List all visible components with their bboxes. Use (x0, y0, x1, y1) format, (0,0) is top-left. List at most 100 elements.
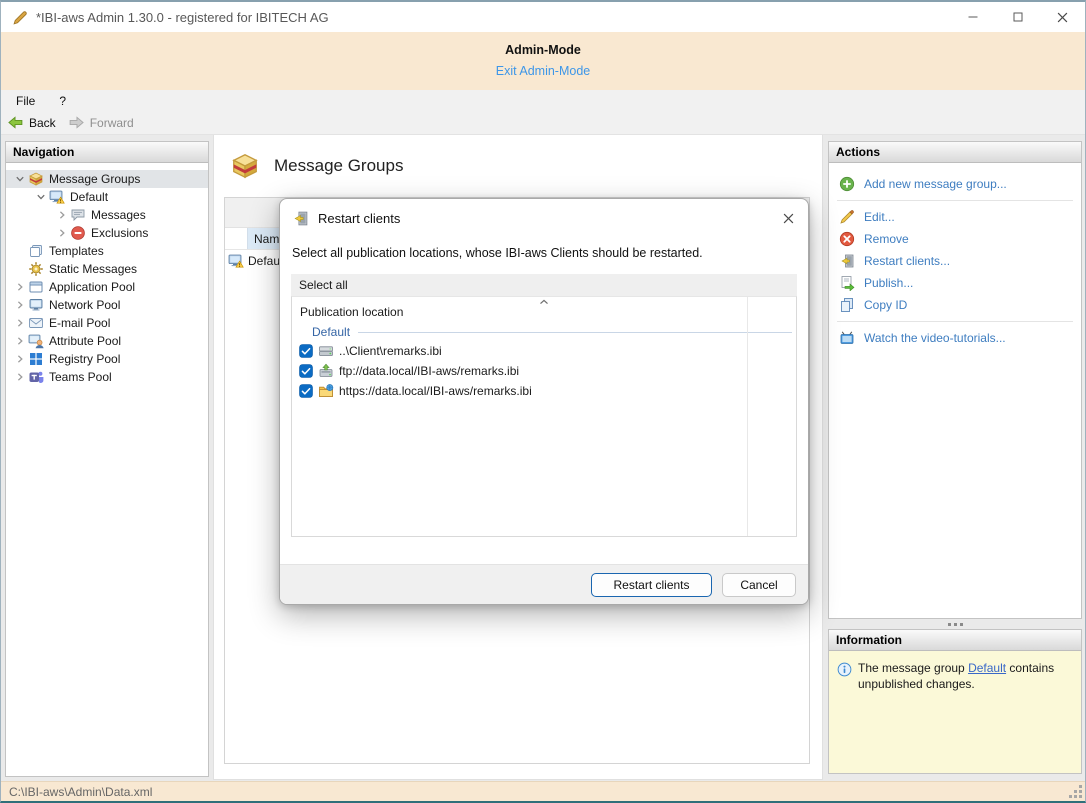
exit-admin-mode-link[interactable]: Exit Admin-Mode (496, 64, 590, 78)
action-restart-clients[interactable]: Restart clients... (829, 250, 1081, 272)
group-rule (358, 332, 792, 333)
envelope-icon (28, 315, 44, 331)
registry-grid-icon (28, 351, 44, 367)
actions-list: Add new message group... Edit... Remove Res… (829, 163, 1081, 349)
table-icon-column (225, 228, 247, 249)
information-text-before: The message group (858, 661, 968, 675)
web-folder-icon (318, 383, 334, 399)
tree-item-messages[interactable]: Messages (6, 206, 208, 224)
forward-label: Forward (90, 116, 134, 130)
chevron-right-icon[interactable] (12, 300, 28, 310)
chevron-right-icon[interactable] (12, 372, 28, 382)
action-watch-the-video-tutorials[interactable]: Watch the video-tutorials... (829, 327, 1081, 349)
actions-header: Actions (829, 142, 1081, 163)
action-publish[interactable]: Publish... (829, 272, 1081, 294)
video-icon (839, 330, 855, 346)
publication-location-row[interactable]: https://data.local/IBI-aws/remarks.ibi (292, 381, 796, 401)
tree-item-label: Default (70, 190, 108, 204)
tree-item-label: Messages (91, 208, 146, 222)
pencil-icon (839, 209, 855, 225)
toolbar: Back Forward (1, 111, 1085, 135)
publication-location-row[interactable]: ..\Client\remarks.ibi (292, 341, 796, 361)
actions-panel: Actions Add new message group... Edit... R… (828, 141, 1082, 619)
gear-icon (28, 261, 44, 277)
publication-location-row[interactable]: ftp://data.local/IBI-aws/remarks.ibi (292, 361, 796, 381)
navigation-tree: Message GroupsDefaultMessagesExclusionsT… (6, 163, 208, 386)
restart-clients-dialog: Restart clients Select all publication l… (279, 198, 809, 605)
drive-icon (318, 343, 334, 359)
checkbox-checked-icon[interactable] (299, 364, 313, 378)
tree-item-label: Application Pool (49, 280, 135, 294)
restart-clients-icon (839, 253, 855, 269)
action-label: Remove (864, 232, 909, 246)
back-arrow-icon (7, 115, 24, 130)
checkbox-checked-icon[interactable] (299, 384, 313, 398)
chevron-right-icon[interactable] (12, 318, 28, 328)
exclusion-icon (70, 225, 86, 241)
publication-location-list: Publication location Default ..\Client\r… (291, 296, 797, 537)
action-edit[interactable]: Edit... (829, 206, 1081, 228)
restart-clients-icon (292, 210, 309, 227)
action-label: Watch the video-tutorials... (864, 331, 1006, 345)
group-row-default: Default (292, 323, 796, 341)
menu-file[interactable]: File (16, 94, 35, 108)
chevron-right-icon[interactable] (12, 336, 28, 346)
tree-item-label: Attribute Pool (49, 334, 121, 348)
maximize-button[interactable] (995, 2, 1040, 32)
publication-location-column-header[interactable]: Publication location (292, 297, 796, 323)
window-controls (950, 2, 1085, 32)
tree-item-registry-pool[interactable]: Registry Pool (6, 350, 208, 368)
chevron-right-icon[interactable] (54, 228, 70, 238)
action-label: Publish... (864, 276, 913, 290)
tree-item-label: Static Messages (49, 262, 137, 276)
tree-item-attribute-pool[interactable]: Attribute Pool (6, 332, 208, 350)
chevron-right-icon[interactable] (12, 282, 28, 292)
tree-item-templates[interactable]: Templates (6, 242, 208, 260)
publication-location-label: ..\Client\remarks.ibi (339, 344, 442, 358)
chevron-right-icon[interactable] (12, 354, 28, 364)
information-text: The message group Default contains unpub… (858, 661, 1073, 693)
window-title: *IBI-aws Admin 1.30.0 - registered for I… (36, 10, 329, 25)
group-label: Default (312, 325, 350, 339)
ftp-upload-icon (318, 363, 334, 379)
dialog-titlebar: Restart clients (280, 199, 808, 237)
chevron-down-icon[interactable] (12, 174, 28, 184)
information-default-link[interactable]: Default (968, 661, 1006, 675)
tree-item-label: E-mail Pool (49, 316, 110, 330)
tree-item-message-groups[interactable]: Message Groups (6, 170, 208, 188)
chevron-right-icon[interactable] (54, 210, 70, 220)
close-button[interactable] (1040, 2, 1085, 32)
action-label: Edit... (864, 210, 895, 224)
select-all-button[interactable]: Select all (291, 274, 797, 296)
tree-item-teams-pool[interactable]: Teams Pool (6, 368, 208, 386)
minimize-button[interactable] (950, 2, 995, 32)
dialog-footer: Restart clients Cancel (280, 564, 808, 604)
dialog-close-button[interactable] (768, 201, 808, 235)
page-title: Message Groups (274, 156, 403, 176)
tree-item-label: Network Pool (49, 298, 120, 312)
resize-grip-icon[interactable] (1069, 785, 1082, 798)
checkbox-checked-icon[interactable] (299, 344, 313, 358)
action-add-new-message-group[interactable]: Add new message group... (829, 173, 1081, 195)
tree-item-network-pool[interactable]: Network Pool (6, 296, 208, 314)
tree-item-e-mail-pool[interactable]: E-mail Pool (6, 314, 208, 332)
tree-item-default[interactable]: Default (6, 188, 208, 206)
message-groups-icon (28, 171, 44, 187)
copy-icon (839, 297, 855, 313)
tree-item-application-pool[interactable]: Application Pool (6, 278, 208, 296)
action-remove[interactable]: Remove (829, 228, 1081, 250)
speech-bubble-icon (70, 207, 86, 223)
tree-item-static-messages[interactable]: Static Messages (6, 260, 208, 278)
column-separator (747, 297, 748, 536)
cancel-button[interactable]: Cancel (722, 573, 796, 597)
tree-item-exclusions[interactable]: Exclusions (6, 224, 208, 242)
forward-button[interactable]: Forward (68, 115, 134, 130)
navigation-panel: Navigation Message Groups Default Messages… (5, 141, 209, 777)
back-button[interactable]: Back (7, 115, 56, 130)
chevron-down-icon[interactable] (33, 192, 49, 202)
navigation-header: Navigation (6, 142, 208, 163)
panel-splitter[interactable] (828, 619, 1082, 629)
restart-clients-confirm-button[interactable]: Restart clients (591, 573, 712, 597)
action-copy-id[interactable]: Copy ID (829, 294, 1081, 316)
menu-help[interactable]: ? (59, 94, 66, 108)
